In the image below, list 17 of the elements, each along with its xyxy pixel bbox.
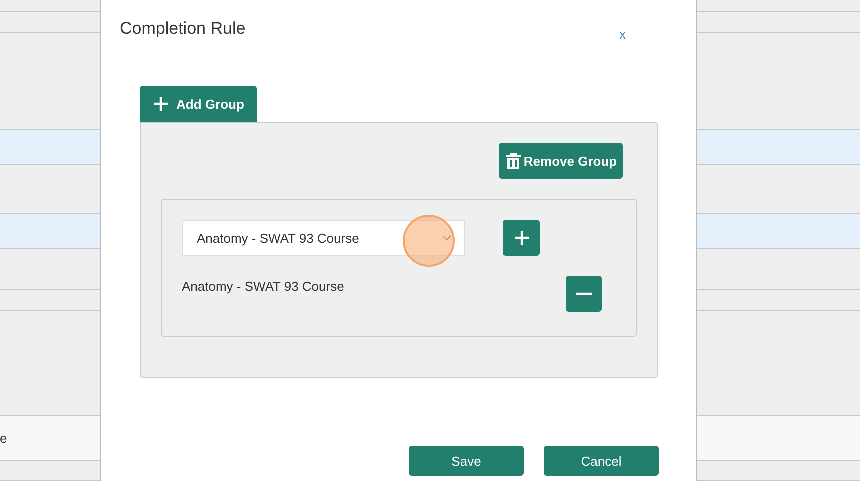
row-text: e — [0, 430, 8, 446]
plus-icon — [514, 230, 530, 246]
click-marker — [403, 215, 455, 267]
add-group-button[interactable]: Add Group — [140, 86, 257, 122]
plus-icon — [152, 96, 169, 112]
save-button[interactable]: Save — [409, 446, 524, 476]
close-button[interactable]: x — [620, 27, 626, 42]
dialog-title: Completion Rule — [120, 19, 246, 40]
remove-group-button[interactable]: Remove Group — [499, 143, 623, 179]
course-select[interactable]: Anatomy - SWAT 93 Course — [182, 220, 465, 256]
trash-icon — [504, 152, 522, 170]
cancel-button[interactable]: Cancel — [544, 446, 659, 476]
selected-course: Anatomy - SWAT 93 Course — [182, 279, 344, 294]
remove-rule-button[interactable] — [566, 276, 602, 312]
minus-icon — [576, 292, 592, 296]
chevron-down-icon — [442, 235, 452, 241]
add-rule-button[interactable] — [503, 220, 540, 256]
